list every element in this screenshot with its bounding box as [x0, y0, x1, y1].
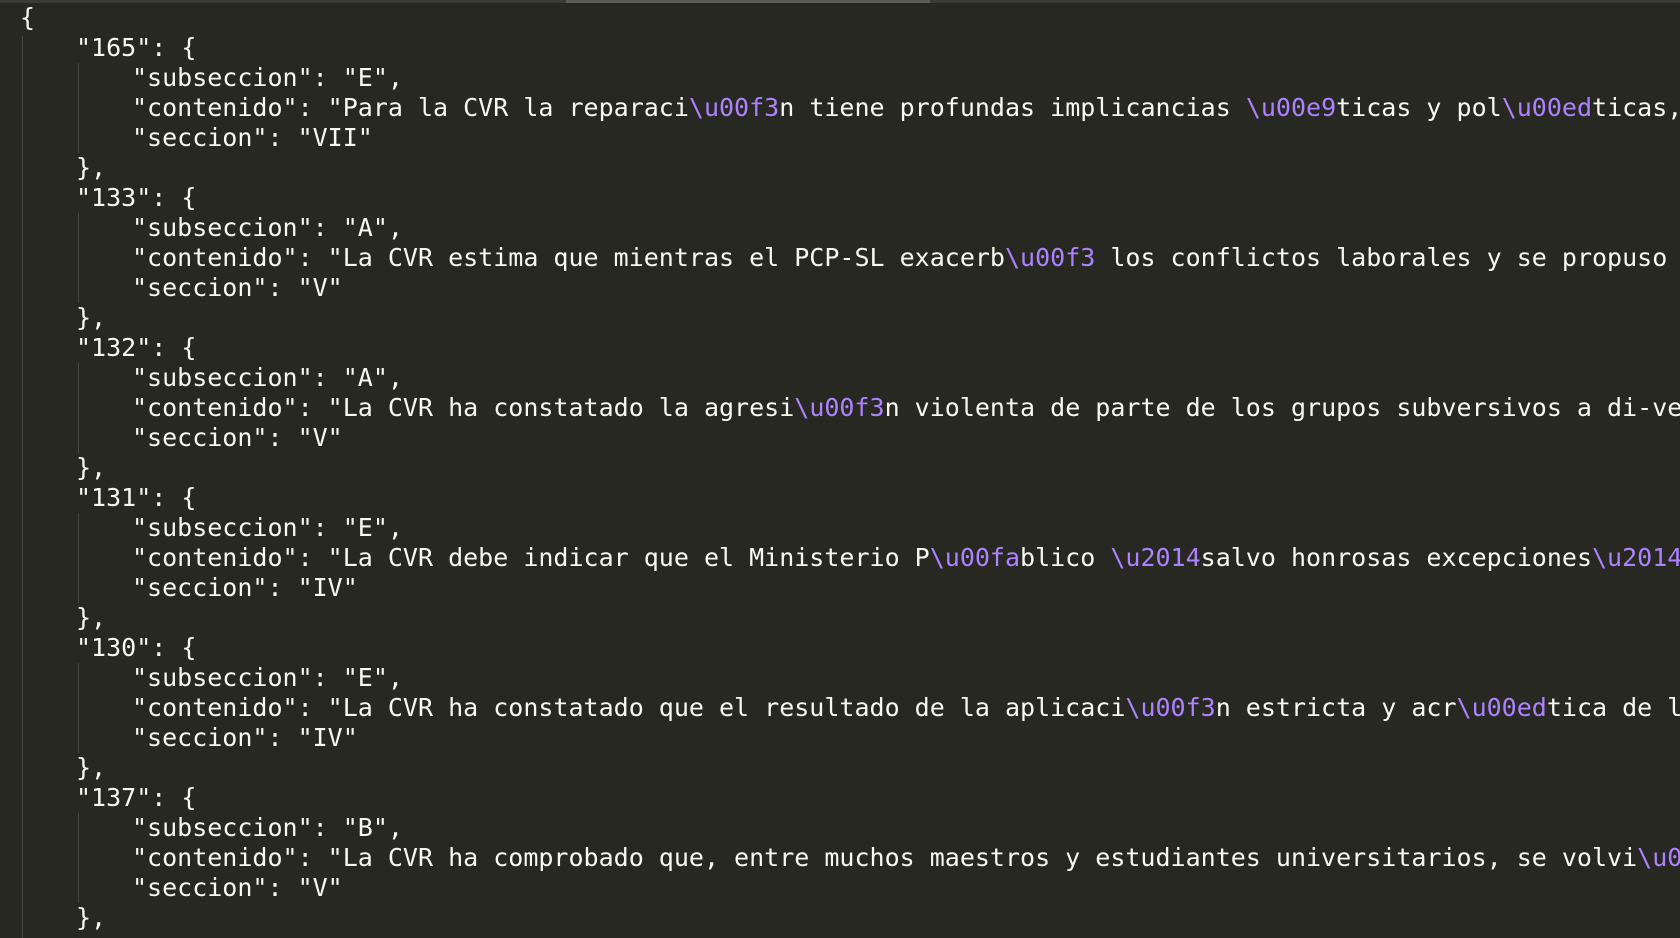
indent-guide: [78, 513, 79, 603]
subseccion-line: "subseccion": "A",: [132, 363, 403, 392]
indent-guide: [22, 36, 23, 938]
close-brace-line: },: [76, 753, 107, 782]
subseccion-line: "subseccion": "A",: [132, 213, 403, 242]
contenido-line: "contenido": "La CVR debe indicar que el…: [132, 543, 1680, 573]
contenido-line: "contenido": "La CVR estima que mientras…: [132, 243, 1680, 273]
string-text: "contenido": "La CVR ha comprobado que, …: [132, 843, 1638, 872]
escape-sequence: \u00e9: [1245, 93, 1337, 122]
escape-sequence: \u00f3: [688, 93, 780, 122]
seccion-line: "seccion": "IV": [132, 723, 358, 752]
string-text: ticas y pol: [1336, 93, 1502, 122]
escape-sequence: \u00fa: [929, 543, 1021, 572]
contenido-line: "contenido": "Para la CVR la reparaci\u0…: [132, 93, 1680, 123]
string-text: tica de la legisl: [1546, 693, 1680, 722]
contenido-line: "contenido": "La CVR ha comprobado que, …: [132, 843, 1680, 873]
seccion-line: "seccion": "V": [132, 873, 343, 902]
json-key-line: "133": {: [76, 183, 197, 212]
string-text: "contenido": "La CVR estima que mientras…: [132, 243, 1005, 272]
close-brace-line: },: [76, 303, 107, 332]
indent-guide: [78, 213, 79, 303]
string-text: "contenido": "Para la CVR la reparaci: [132, 93, 689, 122]
escape-sequence: \u2014: [1110, 543, 1201, 572]
indent-guide: [78, 813, 79, 903]
escape-sequence: \u00f3: [1004, 243, 1096, 272]
indent-guide: [78, 663, 79, 753]
json-key-line: "131": {: [76, 483, 197, 512]
escape-sequence: \u00f3: [794, 393, 885, 422]
string-text: n tiene profundas implicancias: [779, 93, 1246, 122]
string-text: salvo honrosas excepciones: [1200, 543, 1592, 572]
json-key-line: "130": {: [76, 633, 197, 662]
tab-bar-edge: [0, 0, 1680, 3]
escape-sequence: \u00f3: [1125, 693, 1216, 722]
close-brace-line: },: [76, 453, 107, 482]
close-brace-line: },: [76, 603, 107, 632]
string-text: los conflictos laborales y se propuso co…: [1110, 243, 1668, 272]
string-text: n estricta y acr: [1215, 693, 1457, 722]
string-text: "contenido": "La CVR ha constatado que e…: [132, 693, 1126, 722]
string-text: n violenta de parte de los grupos subver…: [884, 393, 1680, 422]
json-key-line: "137": {: [76, 783, 197, 812]
string-text: "contenido": "La CVR debe indicar que el…: [132, 543, 930, 572]
subseccion-line: "subseccion": "B",: [132, 813, 403, 842]
close-brace-line: },: [76, 153, 107, 182]
escape-sequence: \u2014: [1592, 543, 1680, 572]
escape-sequence: \u00f3: [1637, 843, 1680, 872]
seccion-line: "seccion": "VII": [132, 123, 373, 152]
string-text: "contenido": "La CVR ha constatado la ag…: [132, 393, 795, 422]
subseccion-line: "subseccion": "E",: [132, 663, 403, 692]
contenido-line: "contenido": "La CVR ha constatado que e…: [132, 693, 1680, 723]
string-text: ticas, y es un: [1592, 93, 1680, 122]
close-brace-line: },: [76, 903, 107, 932]
seccion-line: "seccion": "V": [132, 273, 343, 302]
subseccion-line: "subseccion": "E",: [132, 63, 403, 92]
indent-guide: [78, 363, 79, 453]
json-key-line: "165": {: [76, 33, 197, 62]
code-editor[interactable]: { "165": {"subseccion": "E", "contenido":…: [0, 0, 1680, 938]
json-key-line: "132": {: [76, 333, 197, 362]
seccion-line: "seccion": "IV": [132, 573, 358, 602]
escape-sequence: \u00ed: [1501, 93, 1593, 122]
escape-sequence: \u00ed: [1456, 693, 1547, 722]
subseccion-line: "subseccion": "E",: [132, 513, 403, 542]
indent-guide: [78, 63, 79, 153]
string-text: blico: [1020, 543, 1111, 572]
seccion-line: "seccion": "V": [132, 423, 343, 452]
contenido-line: "contenido": "La CVR ha constatado la ag…: [132, 393, 1680, 423]
open-brace: {: [20, 3, 36, 32]
